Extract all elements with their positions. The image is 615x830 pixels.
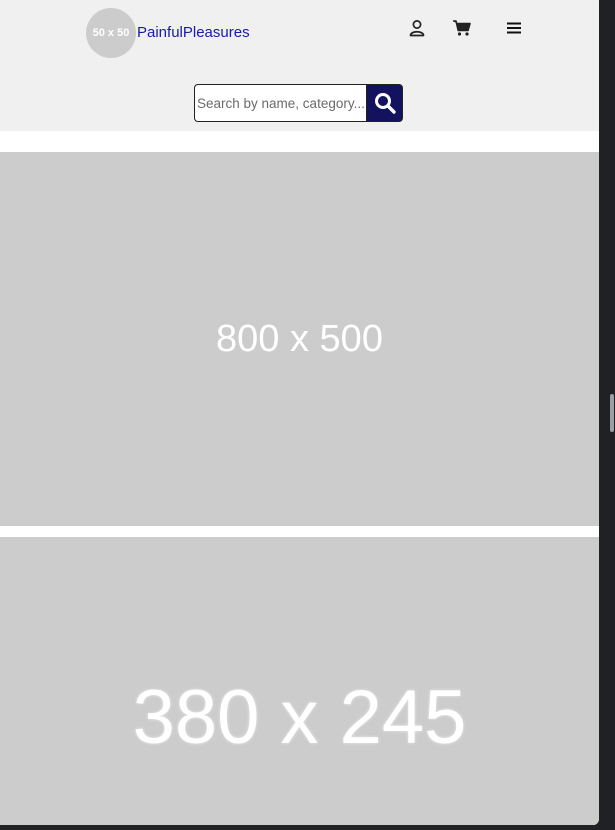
brand-link[interactable]: PainfulPleasures bbox=[137, 24, 250, 41]
hero-placeholder-text: 800 x 500 bbox=[216, 317, 383, 360]
hero-banner-image[interactable]: 800 x 500 bbox=[0, 152, 599, 526]
cart-icon bbox=[453, 20, 471, 36]
site-header: 50 x 50 PainfulPleasures bbox=[0, 0, 599, 131]
cart-button[interactable] bbox=[451, 17, 473, 39]
card-placeholder-text: 380 x 245 bbox=[132, 675, 467, 760]
search-button[interactable] bbox=[366, 84, 403, 122]
scrollbar-thumb[interactable] bbox=[610, 394, 614, 432]
search-bar bbox=[194, 84, 403, 122]
logo-image[interactable]: 50 x 50 bbox=[86, 8, 136, 58]
menu-button[interactable] bbox=[503, 17, 525, 39]
product-card-image[interactable]: 380 x 245 bbox=[0, 537, 599, 825]
user-icon bbox=[409, 20, 425, 37]
page-viewport: 50 x 50 PainfulPleasures Search by name,… bbox=[0, 0, 599, 825]
search-icon bbox=[374, 93, 396, 114]
search-input[interactable] bbox=[194, 84, 366, 122]
account-button[interactable] bbox=[406, 17, 428, 39]
logo-placeholder-text: 50 x 50 bbox=[92, 27, 130, 39]
menu-icon bbox=[507, 22, 521, 34]
